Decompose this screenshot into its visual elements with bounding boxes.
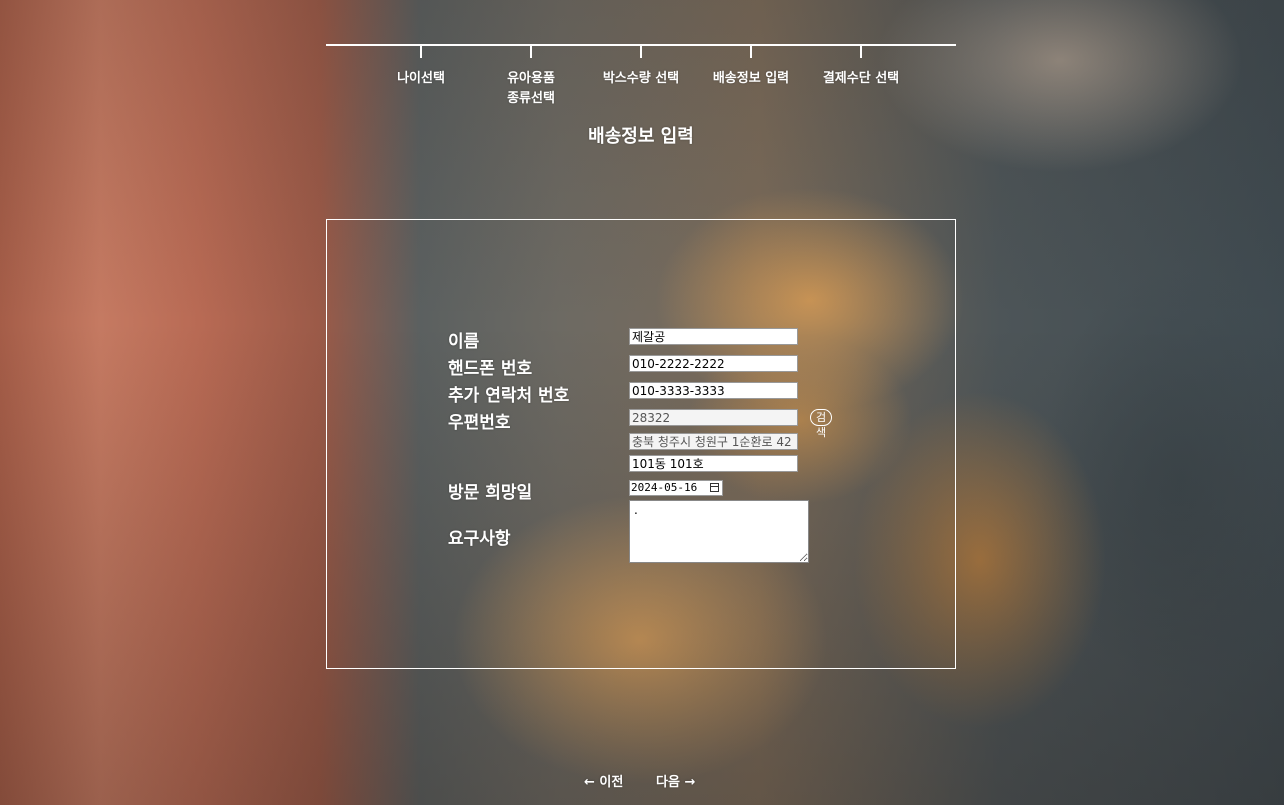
phone-input[interactable] (629, 355, 798, 372)
calendar-icon[interactable] (710, 483, 719, 492)
step-payment-method[interactable]: 결제수단 선택 (806, 44, 916, 89)
postcode-input[interactable] (629, 409, 798, 426)
step-box-quantity[interactable]: 박스수량 선택 (586, 44, 696, 89)
step-label: 박스수량 선택 (602, 71, 680, 86)
visit-date-value: 2024-05-16 (631, 481, 698, 494)
visit-date-input[interactable]: 2024-05-16 (629, 480, 723, 496)
step-tick (420, 44, 422, 58)
postcode-search-button[interactable]: 검색 (810, 409, 832, 439)
step-label: 배송정보 입력 (712, 71, 790, 86)
postcode-label: 우편번호 (448, 413, 511, 433)
step-label: 결제수단 선택 (822, 71, 900, 86)
prev-button[interactable]: ← 이전 (584, 771, 623, 790)
request-label: 요구사항 (448, 529, 511, 549)
extra-phone-input[interactable] (629, 382, 798, 399)
step-label: 유아용품 종류선택 (507, 71, 555, 106)
visit-date-label: 방문 희망일 (448, 483, 533, 503)
phone-label: 핸드폰 번호 (448, 359, 533, 379)
step-delivery-info[interactable]: 배송정보 입력 (696, 44, 806, 89)
request-textarea[interactable]: . (629, 500, 809, 563)
address-input[interactable] (629, 433, 798, 450)
name-label: 이름 (448, 332, 480, 352)
extra-phone-label: 추가 연락처 번호 (448, 386, 570, 406)
step-label: 나이선택 (397, 71, 445, 86)
page-title: 배송정보 입력 (588, 126, 694, 147)
step-tick (530, 44, 532, 58)
step-baby-goods-type[interactable]: 유아용품 종류선택 (476, 44, 586, 109)
step-age-select[interactable]: 나이선택 (366, 44, 476, 89)
step-progress-bar: 나이선택 유아용품 종류선택 박스수량 선택 배송정보 입력 결제수단 선택 (326, 44, 956, 124)
step-tick (860, 44, 862, 58)
step-tick (750, 44, 752, 58)
name-input[interactable] (629, 328, 798, 345)
step-tick (640, 44, 642, 58)
address-detail-input[interactable] (629, 455, 798, 472)
next-button[interactable]: 다음 → (656, 771, 695, 790)
